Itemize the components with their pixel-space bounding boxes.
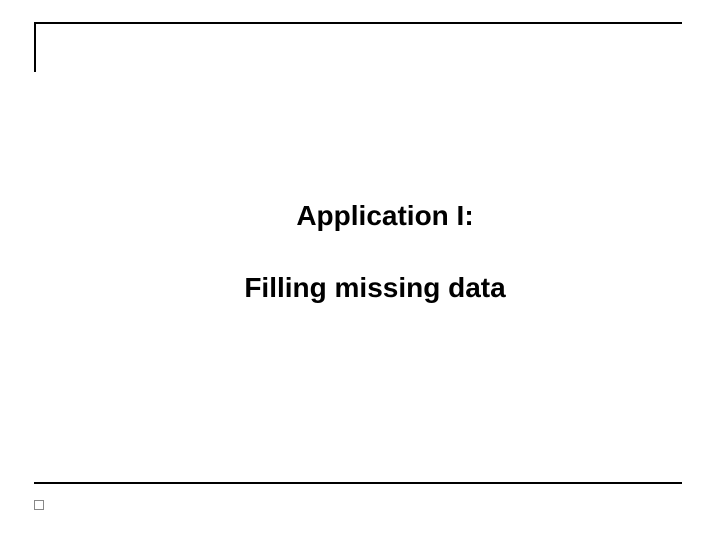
slide-title-line2: Filling missing data (0, 272, 720, 304)
slide-bottom-rule (34, 482, 682, 484)
slide-frame-corner (34, 22, 682, 72)
slide-content: Application I: Filling missing data (0, 200, 720, 304)
footer-bullet-icon (34, 500, 44, 510)
slide-title-line1: Application I: (0, 200, 720, 232)
